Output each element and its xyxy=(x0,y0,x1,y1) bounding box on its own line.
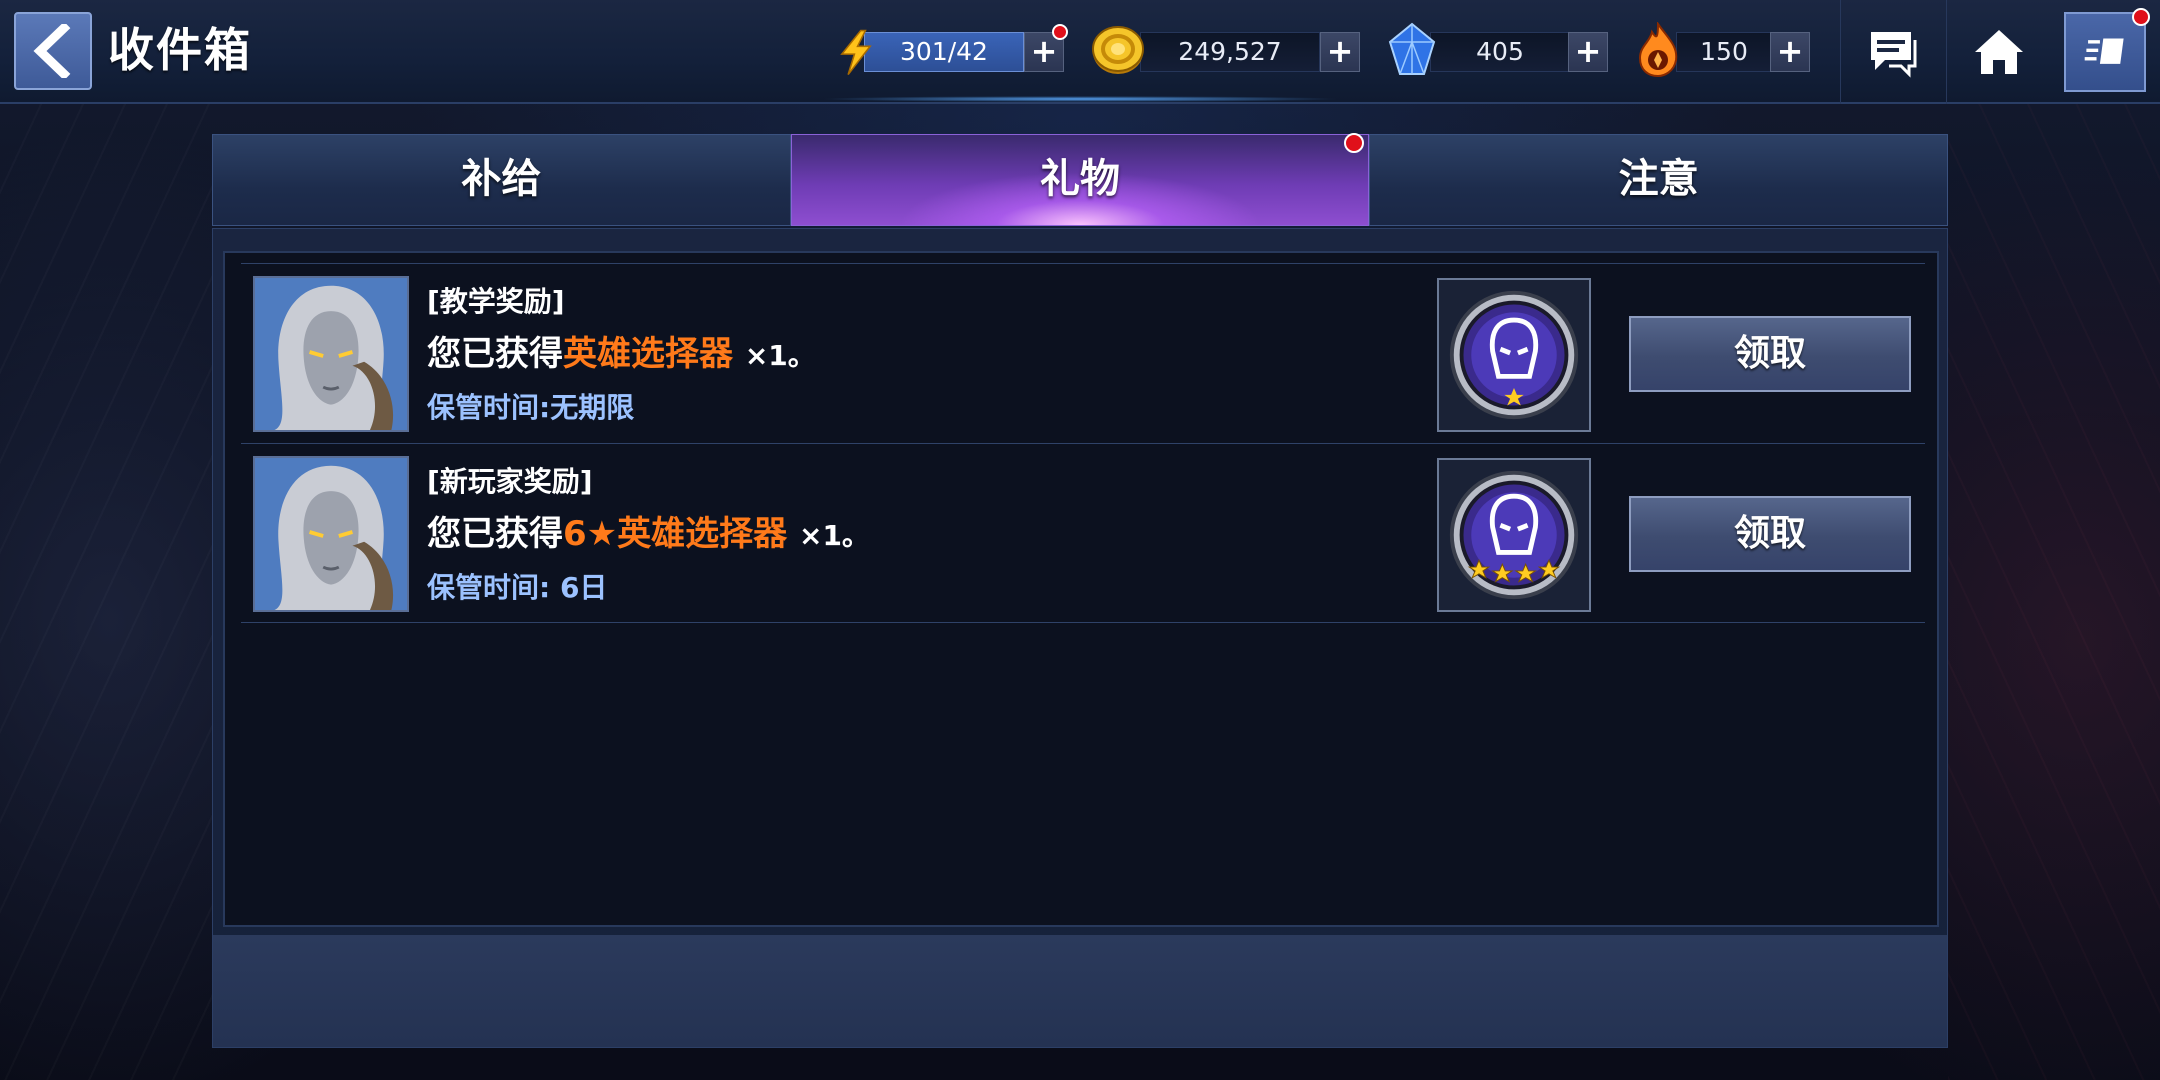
crystal-resource: 405 + xyxy=(1384,22,1608,75)
panel-footer xyxy=(213,935,1947,1047)
message-prefix: 您已获得 xyxy=(427,334,563,374)
back-button[interactable] xyxy=(14,12,92,90)
message-tag: [新玩家奖励] xyxy=(427,465,593,498)
message-row: [教学奖励] 您已获得英雄选择器 ×1。 保管时间:无期限 领取 xyxy=(241,263,1925,443)
sender-portrait xyxy=(253,456,409,612)
keep-time: 保管时间: 6日 xyxy=(427,571,608,604)
reward-item[interactable] xyxy=(1437,458,1591,612)
home-button[interactable] xyxy=(1946,0,2050,104)
message-qty: ×1。 xyxy=(744,339,816,372)
message-text: 您已获得英雄选择器 ×1。 xyxy=(427,326,816,375)
energy-notification-dot xyxy=(1052,24,1068,40)
hero-selector-icon xyxy=(1449,290,1579,420)
fire-value: 150 xyxy=(1676,32,1772,72)
claim-button[interactable]: 领取 xyxy=(1629,496,1911,572)
message-item: 6★英雄选择器 xyxy=(563,514,788,554)
tab-supplies[interactable]: 补给 xyxy=(212,134,791,226)
back-arrow-icon xyxy=(33,24,71,78)
sender-portrait xyxy=(253,276,409,432)
background-left-art xyxy=(0,100,212,1080)
menu-notification-dot xyxy=(2132,8,2150,26)
message-tag: [教学奖励] xyxy=(427,285,565,318)
sender-avatar-icon xyxy=(255,458,407,610)
tab-bar: 补给 礼物 注意 xyxy=(212,133,1949,226)
gold-coin-icon xyxy=(1092,26,1144,74)
gold-resource: 249,527 + xyxy=(1090,26,1360,74)
tab-gifts-label: 礼物 xyxy=(1040,156,1120,202)
crystal-icon xyxy=(1388,22,1436,75)
sender-avatar-icon xyxy=(255,278,407,430)
energy-resource: 301/42 + xyxy=(836,24,1068,76)
message-row: [新玩家奖励] 您已获得6★英雄选择器 ×1。 保管时间: 6日 领取 xyxy=(241,443,1925,623)
background-right-art xyxy=(1948,100,2160,1080)
fire-resource: 150 + xyxy=(1630,22,1810,78)
menu-icon xyxy=(2084,38,2124,64)
hero-selector-icon xyxy=(1449,470,1579,600)
message-prefix: 您已获得 xyxy=(427,514,563,554)
chat-icon xyxy=(1870,32,1916,78)
crystal-value: 405 xyxy=(1430,32,1570,72)
message-text: 您已获得6★英雄选择器 ×1。 xyxy=(427,506,870,555)
home-icon xyxy=(1974,30,2023,74)
lightning-icon xyxy=(840,29,872,76)
tab-gifts[interactable]: 礼物 xyxy=(790,133,1370,226)
chat-button[interactable] xyxy=(1840,0,1944,104)
page-title: 收件箱 xyxy=(108,23,252,77)
menu-button[interactable] xyxy=(2064,8,2150,92)
reward-item[interactable] xyxy=(1437,278,1591,432)
energy-value: 301/42 xyxy=(864,32,1024,72)
fire-add-button[interactable]: + xyxy=(1770,32,1810,72)
tab-gifts-notification-dot xyxy=(1344,133,1365,153)
tab-notice[interactable]: 注意 xyxy=(1369,134,1949,226)
claim-button[interactable]: 领取 xyxy=(1629,316,1911,392)
keep-time: 保管时间:无期限 xyxy=(427,391,635,424)
top-bar: 收件箱 301/42 + 249,527 + 405 + 150 + xyxy=(0,0,2160,104)
message-item: 英雄选择器 xyxy=(563,334,733,374)
message-list[interactable]: [教学奖励] 您已获得英雄选择器 ×1。 保管时间:无期限 领取 [新玩家奖励]… xyxy=(223,251,1939,927)
gold-value: 249,527 xyxy=(1140,32,1320,72)
gold-add-button[interactable]: + xyxy=(1320,32,1360,72)
crystal-add-button[interactable]: + xyxy=(1568,32,1608,72)
flame-icon xyxy=(1638,22,1678,78)
message-qty: ×1。 xyxy=(798,519,870,552)
inbox-panel: [教学奖励] 您已获得英雄选择器 ×1。 保管时间:无期限 领取 [新玩家奖励]… xyxy=(212,228,1948,1048)
